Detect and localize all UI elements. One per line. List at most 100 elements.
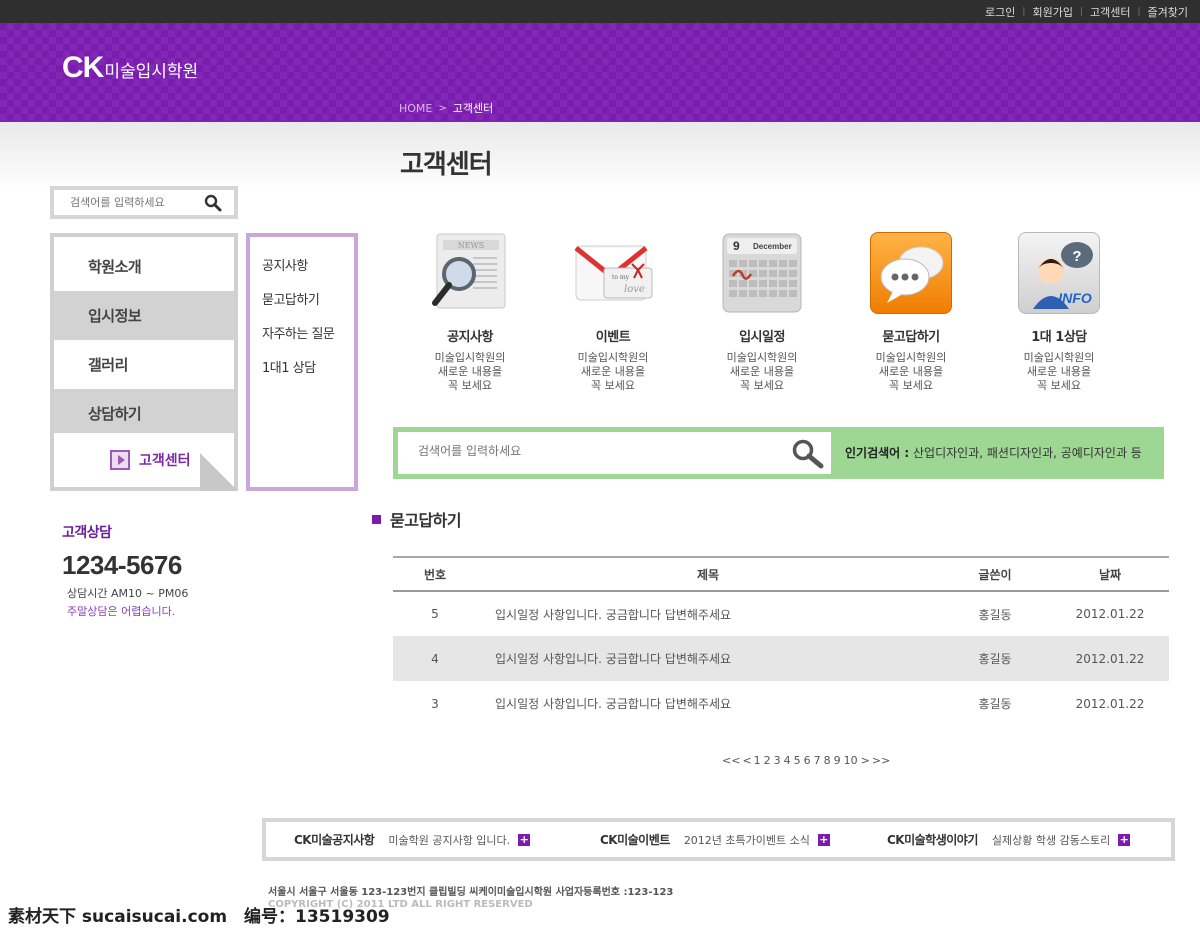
quicklink-desc: 미술입시학원의 새로운 내용을 꼭 보세요 [538,351,688,393]
page-title: 고객센터 [400,150,493,180]
first-page-button[interactable]: << [722,754,740,767]
side-search-box [50,186,238,219]
page-number[interactable]: 4 [784,754,791,767]
page-number[interactable]: 7 [814,754,821,767]
quicklink-title: 1대 1상담 [1031,330,1087,345]
nav-item-academy-intro[interactable]: 학원소개 [54,242,234,291]
breadcrumb-home[interactable]: HOME [399,102,432,115]
search-icon[interactable] [204,194,222,212]
cell-title[interactable]: 입시일정 사항입니다. 궁금합니다 답변해주세요 [477,591,939,636]
desc-line: 새로운 내용을 [437,365,503,378]
site-logo[interactable]: CK 미술입시학원 [62,51,198,85]
subnav-item-notice[interactable]: 공지사항 [262,255,354,289]
breadcrumb-current: 고객센터 [452,102,494,115]
prev-page-button[interactable]: < [742,754,751,767]
quicklink-notice[interactable]: NEWS 공지사항 미술입시학원의 새로운 내용을 꼭 보세요 [395,232,545,393]
page-number[interactable]: 2 [764,754,771,767]
main-search-input[interactable] [418,444,758,458]
envelope-text: to my [612,274,630,281]
nav-item-gallery[interactable]: 갤러리 [54,340,234,389]
desc-line: 미술입시학원의 [577,351,649,364]
footer-link-story[interactable]: CK미술학생이야기 실제상황 학생 감동스토리 + [887,822,1131,857]
breadcrumb: HOME > 고객센터 [399,100,493,116]
footer-address: 서울시 서울구 서울동 123-123번지 클립빌딩 씨케이미술입시학원 사업자… [268,887,674,898]
info-text: INFO [1058,290,1092,306]
table-row[interactable]: 4 입시일정 사항입니다. 궁금합니다 답변해주세요 홍길동 2012.01.2… [393,636,1169,681]
search-icon[interactable] [791,438,825,470]
last-page-button[interactable]: >> [872,754,890,767]
col-header-no: 번호 [393,556,477,592]
cell-writer: 홍길동 [978,697,1012,711]
table-header-row: 번호 제목 글쓴이 날짜 [393,556,1169,592]
login-link[interactable]: 로그인 [985,4,1015,20]
table-row[interactable]: 3 입시일정 사항입니다. 궁금합니다 답변해주세요 홍길동 2012.01.2… [393,681,1169,726]
section-title-text: 묻고답하기 [390,511,462,530]
calendar-icon: 9 December [721,232,803,314]
desc-line: 새로운 내용을 [729,365,795,378]
page-number[interactable]: 5 [794,754,801,767]
watermark: 素材天下 sucaisucai.com 编号：13519309 [0,898,1200,937]
svg-text:NEWS: NEWS [458,241,485,250]
section-title: 묻고답하기 [372,507,462,531]
sub-nav: 공지사항 묻고답하기 자주하는 질문 1대1 상담 [246,233,358,491]
cell-title[interactable]: 입시일정 사항입니다. 궁금합니다 답변해주세요 [477,681,939,726]
footer-link-notice[interactable]: CK미술공지사항 미술학원 공지사항 입니다. + [294,822,531,857]
quicklink-1on1[interactable]: ? INFO 1대 1상담 미술입시학원의 새로운 내용을 꼭 보세요 [984,232,1134,393]
desc-line: 새로운 내용을 [1026,365,1092,378]
desc-line: 꼭 보세요 [740,379,784,392]
quicklink-title: 공지사항 [447,330,493,345]
quicklink-qna[interactable]: 묻고답하기 미술입시학원의 새로운 내용을 꼭 보세요 [836,232,986,393]
subnav-item-faq[interactable]: 자주하는 질문 [262,323,354,357]
quicklink-title: 이벤트 [595,330,631,345]
quicklink-desc: 미술입시학원의 새로운 내용을 꼭 보세요 [836,351,986,393]
subnav-item-1on1[interactable]: 1대1 상담 [262,357,354,391]
play-arrow-icon [110,450,130,470]
signup-link[interactable]: 회원가입 [1032,4,1072,20]
nav-item-active-label: 고객센터 [139,453,191,469]
footer-links: CK미술공지사항 미술학원 공지사항 입니다. + CK미술이벤트 2012년 … [262,818,1175,861]
nav-item-consultation[interactable]: 상담하기 [54,389,234,438]
nav-item-admission-info[interactable]: 입시정보 [54,291,234,340]
desc-line: 미술입시학원의 [726,351,798,364]
page-number[interactable]: 6 [804,754,811,767]
page-number[interactable]: 8 [824,754,831,767]
popular-label: 인기검색어 : [845,446,910,460]
plus-icon[interactable]: + [518,833,531,846]
footer-link-desc: 2012년 초특가이벤트 소식 [683,833,810,847]
breadcrumb-arrow-icon: > [438,102,447,114]
main-search-field [398,432,831,474]
contact-hours: 상담시간 AM10 ~ PM06 [67,587,189,600]
page-number[interactable]: 3 [774,754,781,767]
page-number[interactable]: 10 [844,754,858,767]
quicklink-event[interactable]: to my love 이벤트 미술입시학원의 새로운 내용을 꼭 보세요 [538,232,688,393]
subnav-item-qna[interactable]: 묻고답하기 [262,289,354,323]
footer-link-event[interactable]: CK미술이벤트 2012년 초특가이벤트 소식 + [600,822,830,857]
cell-no: 3 [431,696,439,711]
desc-line: 꼭 보세요 [889,379,933,392]
side-search-input[interactable] [54,196,199,209]
envelope-icon: to my love [572,232,654,314]
quicklink-schedule[interactable]: 9 December 입시일정 미술입시학원의 새로운 내용을 꼭 보세요 [687,232,837,393]
main-search-bar: 인기검색어 : 산업디자인과, 패션디자인과, 공예디자인과 등 [393,427,1164,479]
cell-title[interactable]: 입시일정 사항입니다. 궁금합니다 답변해주세요 [477,636,939,681]
plus-icon[interactable]: + [817,833,830,846]
desc-line: 새로운 내용을 [580,365,646,378]
page-number[interactable]: 1 [754,754,761,767]
footer-link-desc: 미술학원 공지사항 입니다. [388,833,511,847]
plus-icon[interactable]: + [1118,833,1131,846]
cell-writer: 홍길동 [978,607,1012,622]
top-utility-bar: 로그인 | 회원가입 | 고객센터 | 즐겨찾기 [0,0,1200,23]
bookmark-link[interactable]: 즐겨찾기 [1148,4,1188,20]
popular-searches: 인기검색어 : 산업디자인과, 패션디자인과, 공예디자인과 등 [845,444,1142,461]
desc-line: 미술입시학원의 [434,351,506,364]
calendar-month: December [753,242,792,251]
next-page-button[interactable]: > [861,754,870,767]
table-row[interactable]: 5 입시일정 사항입니다. 궁금합니다 답변해주세요 홍길동 2012.01.2… [393,591,1169,636]
cell-date: 2012.01.22 [1051,636,1169,681]
customer-center-link[interactable]: 고객센터 [1090,4,1130,20]
popular-terms[interactable]: 산업디자인과, 패션디자인과, 공예디자인과 등 [913,446,1142,460]
contact-title: 고객상담 [62,525,112,541]
cell-no: 4 [393,636,477,681]
info-operator-icon: ? INFO [1018,232,1100,314]
page-number[interactable]: 9 [834,754,841,767]
